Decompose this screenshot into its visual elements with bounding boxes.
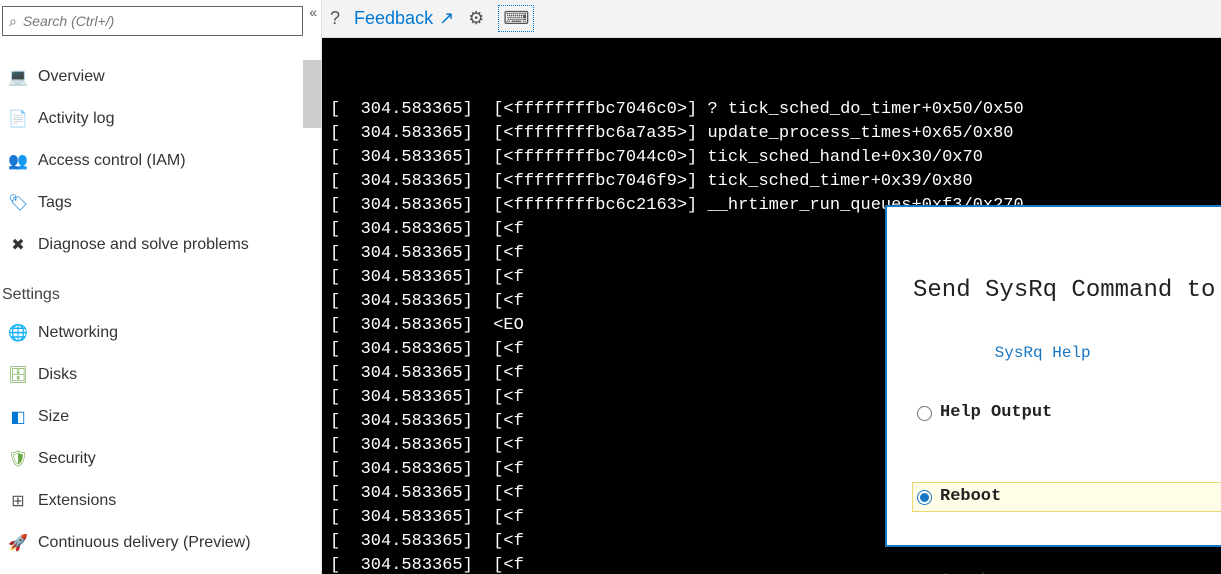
security-icon: 🛡 (8, 449, 28, 469)
activitylog-icon: 📄 (8, 109, 28, 129)
sidebar-item-label: Overview (38, 68, 105, 86)
sidebar-item-label: Tags (38, 194, 72, 212)
size-icon: ◧ (8, 407, 28, 427)
external-link-icon: ↗ (439, 8, 454, 29)
sidebar-item-label: Networking (38, 324, 118, 342)
sidebar-item-label: Security (38, 450, 96, 468)
sidebar-item-security[interactable]: 🛡 Security (0, 438, 321, 480)
keyboard-icon: ⌨ (503, 8, 529, 29)
settings-button[interactable]: ⚙ (468, 8, 484, 29)
sidebar-item-label: Access control (IAM) (38, 152, 186, 170)
search-input[interactable]: ⌕ Search (Ctrl+/) (2, 6, 303, 36)
toolbar: ? Feedback ↗ ⚙ ⌨ (322, 0, 1221, 38)
sysrq-dialog: Send SysRq Command to Guest SysRq Help H… (885, 205, 1221, 547)
dialog-title: Send SysRq Command to Guest (913, 279, 1221, 303)
overview-icon: 💻 (8, 67, 28, 87)
sidebar-scrollbar[interactable] (303, 60, 321, 128)
radio-help-output-input[interactable] (917, 406, 932, 421)
sidebar-item-networking[interactable]: 🌐 Networking (0, 312, 321, 354)
sidebar-item-diagnose-and-solve-problems[interactable]: ✖ Diagnose and solve problems (0, 224, 321, 266)
sidebar-nav: 💻 Overview 📄 Activity log 👥 Access control (I… (0, 42, 321, 564)
keyboard-button[interactable]: ⌨ (498, 5, 534, 32)
console-line: [ 304.583365] [<ffffffffbc6a7a35>] updat… (330, 122, 1213, 146)
console-line: [ 304.583365] [<ffffffffbc7046f9>] tick_… (330, 170, 1213, 194)
sidebar-item-label: Diagnose and solve problems (38, 236, 249, 254)
sidebar-item-label: Activity log (38, 110, 114, 128)
serial-console[interactable]: [ 304.583365] [<ffffffffbc7046c0>] ? tic… (322, 38, 1221, 574)
collapse-sidebar-icon[interactable]: « (309, 4, 317, 20)
sidebar-item-disks[interactable]: 🗄 Disks (0, 354, 321, 396)
sidebar: ⌕ Search (Ctrl+/) « 💻 Overview 📄 Activity l… (0, 0, 322, 574)
radio-crash[interactable]: Crash (913, 567, 1221, 574)
main-pane: ? Feedback ↗ ⚙ ⌨ [ 304.583365] [<fffffff… (322, 0, 1221, 574)
tags-icon: 🏷 (8, 193, 28, 213)
sidebar-item-overview[interactable]: 💻 Overview (0, 56, 321, 98)
sidebar-item-label: Disks (38, 366, 77, 384)
console-line: [ 304.583365] [<ffffffffbc7046c0>] ? tic… (330, 98, 1213, 122)
extensions-icon: ⊞ (8, 491, 28, 511)
feedback-button[interactable]: Feedback ↗ (354, 8, 454, 29)
disks-icon: 🗄 (8, 365, 28, 385)
radio-reboot-input[interactable] (917, 490, 932, 505)
sidebar-item-label: Extensions (38, 492, 116, 510)
cd-icon: 🚀 (8, 533, 28, 553)
console-line: [ 304.583365] [<ffffffffbc7044c0>] tick_… (330, 146, 1213, 170)
radio-reboot[interactable]: Reboot (913, 483, 1221, 511)
sidebar-item-size[interactable]: ◧ Size (0, 396, 321, 438)
networking-icon: 🌐 (8, 323, 28, 343)
sysrq-help-link[interactable]: SysRq Help (995, 341, 1091, 365)
sidebar-item-tags[interactable]: 🏷 Tags (0, 182, 321, 224)
radio-crash-label: Crash (940, 569, 991, 574)
sidebar-item-access-control-iam-[interactable]: 👥 Access control (IAM) (0, 140, 321, 182)
diagnose-icon: ✖ (8, 235, 28, 255)
sidebar-item-continuous-delivery-preview-[interactable]: 🚀 Continuous delivery (Preview) (0, 522, 321, 564)
iam-icon: 👥 (8, 151, 28, 171)
gear-icon: ⚙ (468, 8, 484, 29)
sidebar-section-settings: Settings (0, 266, 321, 312)
search-icon: ⌕ (9, 13, 17, 30)
radio-help-output[interactable]: Help Output (913, 399, 1221, 427)
radio-help-output-label: Help Output (940, 401, 1052, 425)
feedback-label: Feedback (354, 8, 433, 29)
search-placeholder: Search (Ctrl+/) (23, 13, 114, 29)
radio-reboot-label: Reboot (940, 485, 1001, 509)
sidebar-item-activity-log[interactable]: 📄 Activity log (0, 98, 321, 140)
sidebar-item-label: Continuous delivery (Preview) (38, 534, 251, 552)
sidebar-item-extensions[interactable]: ⊞ Extensions (0, 480, 321, 522)
sidebar-item-label: Size (38, 408, 69, 426)
help-button[interactable]: ? (330, 8, 340, 29)
